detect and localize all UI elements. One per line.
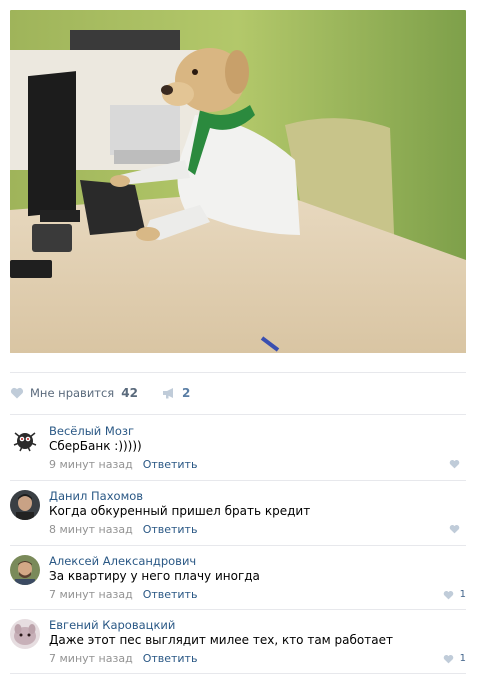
comment-item: Весёлый Мозг СберБанк :))))) 9 минут наз… (10, 415, 466, 479)
comment-like-button[interactable] (449, 459, 466, 469)
comment-time[interactable]: 7 минут назад (49, 588, 133, 601)
like-label: Мне нравится (30, 386, 115, 400)
avatar[interactable] (10, 555, 40, 585)
reply-button[interactable]: Ответить (143, 523, 198, 536)
avatar[interactable] (10, 425, 40, 455)
comment-text: За квартиру у него плачу иногда (49, 569, 260, 583)
reply-button[interactable]: Ответить (143, 652, 198, 665)
comment-author[interactable]: Весёлый Мозг (49, 424, 134, 438)
comment-meta: 7 минут назад Ответить (49, 588, 197, 601)
heart-icon (443, 590, 453, 599)
comment-item: Данил Пахомов Когда обкуренный пришел бр… (10, 480, 466, 544)
comment-time[interactable]: 7 минут назад (49, 652, 133, 665)
share-button[interactable]: 2 (162, 386, 190, 400)
comment-meta: 7 минут назад Ответить (49, 652, 197, 665)
heart-icon (449, 525, 460, 534)
divider (10, 372, 466, 373)
comment-item: Алексей Александрович За квартиру у него… (10, 545, 466, 609)
comment-author[interactable]: Евгений Каровацкий (49, 618, 175, 632)
comment-like-count: 1 (459, 653, 466, 664)
post-photo[interactable] (10, 10, 466, 353)
comment-meta: 8 минут назад Ответить (49, 523, 197, 536)
avatar[interactable] (10, 619, 40, 649)
heart-icon (443, 654, 453, 663)
share-count: 2 (181, 386, 191, 400)
divider (10, 673, 466, 674)
heart-icon (449, 460, 460, 469)
comment-time[interactable]: 9 минут назад (49, 458, 133, 471)
reply-button[interactable]: Ответить (143, 588, 198, 601)
megaphone-icon (162, 388, 173, 399)
reply-button[interactable]: Ответить (143, 458, 198, 471)
heart-icon (10, 387, 24, 399)
comment-like-button[interactable]: 1 (443, 653, 466, 664)
comment-text: СберБанк :))))) (49, 439, 142, 453)
avatar[interactable] (10, 490, 40, 520)
comment-author[interactable]: Данил Пахомов (49, 489, 143, 503)
comment-text: Когда обкуренный пришел брать кредит (49, 504, 311, 518)
comment-like-button[interactable]: 1 (443, 589, 466, 600)
comment-text: Даже этот пес выглядит милее тех, кто та… (49, 633, 393, 647)
comment-meta: 9 минут назад Ответить (49, 458, 197, 471)
comment-like-button[interactable] (449, 524, 466, 534)
post-actions: Мне нравится 42 2 (10, 381, 190, 405)
like-count: 42 (121, 386, 138, 400)
comment-time[interactable]: 8 минут назад (49, 523, 133, 536)
like-button[interactable]: Мне нравится 42 (10, 386, 138, 400)
comment-author[interactable]: Алексей Александрович (49, 554, 196, 568)
comment-item: Евгений Каровацкий Даже этот пес выгляди… (10, 609, 466, 673)
comment-like-count: 1 (459, 589, 466, 600)
